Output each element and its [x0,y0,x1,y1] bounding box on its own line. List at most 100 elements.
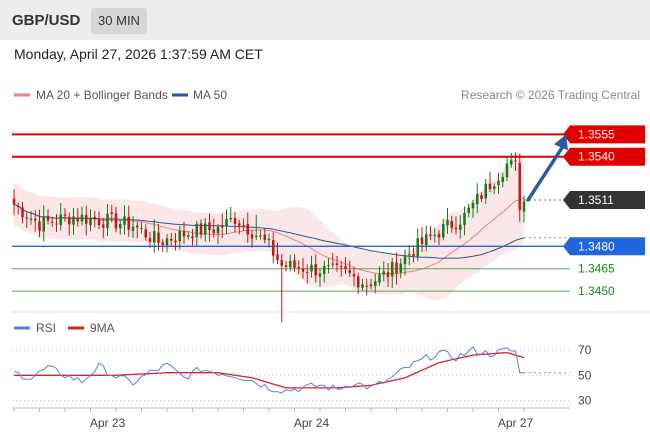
candle-body [203,223,207,235]
candle-body [471,202,475,209]
level-label-1.3555: 1.3555 [578,127,615,141]
candle-body [225,218,228,227]
candle-body [339,266,343,268]
candle-body [93,216,97,220]
rsi-9ma-line [14,351,525,389]
candle-body [280,260,284,266]
candle-body [352,273,356,277]
candle-body [284,265,288,268]
rsi-tick-50: 50 [578,368,592,382]
candle-body [467,207,471,214]
candle-body [106,213,109,229]
candle-body [390,261,394,277]
rsi-tick-30: 30 [578,393,592,407]
candle-body [263,234,267,240]
candle-body [484,183,488,199]
candle-body [522,201,526,212]
candle-body [446,219,449,226]
legend-label-ma50: MA 50 [193,88,227,102]
candle-body [373,281,377,287]
candle-body [216,226,220,234]
candle-body [378,274,381,283]
candle-body [259,235,262,237]
candle-body [199,223,203,235]
candle-body [208,222,211,230]
candle-body [25,217,29,219]
time-label-Apr-23: Apr 23 [90,416,126,430]
candle-body [63,214,67,216]
candle-body [509,160,513,165]
candle-body [424,234,428,246]
candle-body [165,238,169,246]
candle-body [327,265,330,267]
candle-body [123,216,126,225]
time-label-Apr-24: Apr 24 [294,416,330,430]
candle-body [246,224,250,235]
candle-body [297,266,301,269]
level-label-1.3465: 1.3465 [578,262,615,276]
candle-body [429,234,432,236]
legend-label-bollinger: MA 20 + Bollinger Bands [36,88,168,102]
candle-body [488,183,492,190]
candle-body [76,217,80,222]
candle-body [55,223,58,225]
candle-body [518,162,522,211]
candle-body [254,235,258,238]
candle-body [322,266,326,274]
candle-body [97,219,101,226]
candle-body [293,260,296,268]
candle-body [237,223,241,226]
candle-body [356,276,360,288]
candle-body [454,227,458,230]
legend-label-9ma: 9MA [90,321,115,335]
candle-body [21,207,24,218]
price-panel: 1.3555 1.3540 1.3511 1.3480 1.3465 1.3450 [12,125,645,323]
candle-body [148,238,152,242]
level-label-1.3511: 1.3511 [578,193,614,207]
candle-body [412,253,415,257]
candle-body [314,264,318,276]
candle-body [152,231,156,243]
candle-body [174,240,177,243]
legend-label-rsi: RSI [36,321,56,335]
candle-body [195,223,199,238]
candle-body [131,226,135,232]
candle-body [250,234,254,239]
candle-body [178,230,182,242]
candle-body [386,272,390,278]
candle-body [399,263,403,273]
candle-body [318,273,322,277]
candle-body [505,163,509,178]
candle-body [80,214,84,222]
candle-body [348,270,352,273]
candle-body [271,240,275,256]
candle-body [382,271,386,275]
candle-body [497,180,500,186]
candle-body [169,238,173,241]
candle-body [395,262,398,274]
candle-body [331,263,335,265]
candle-body [144,229,148,238]
candle-body [407,254,411,256]
time-label-Apr-27: Apr 27 [498,416,534,430]
candle-body [288,261,292,268]
candle-body [220,225,224,228]
candle-body [501,176,505,182]
candle-body [233,218,237,224]
candle-body [420,237,424,245]
candle-body [38,221,41,231]
candle-body [441,224,445,238]
candle-body [267,238,271,241]
target-arrow-shaft [526,144,565,202]
candle-body [437,233,441,238]
candle-body [191,236,194,239]
candle-body [182,230,186,237]
candle-body [514,160,517,162]
candle-body [480,195,483,199]
candle-body [242,224,245,226]
candle-body [12,198,16,205]
candle-body [212,229,216,234]
candle-body [110,212,114,214]
candle-body [492,186,496,189]
candle-body [29,218,33,220]
